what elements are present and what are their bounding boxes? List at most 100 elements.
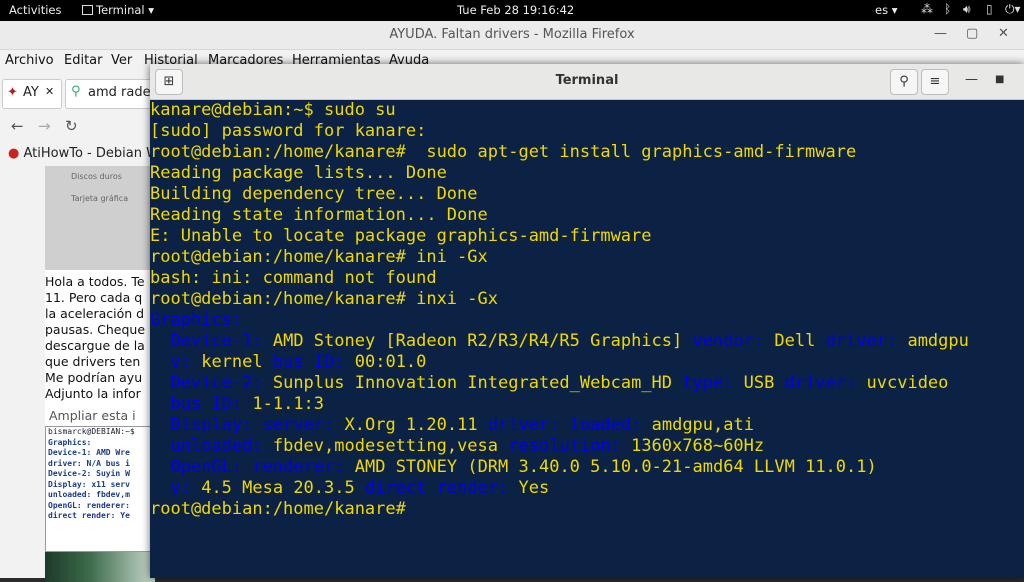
terminal-text: AMD STONEY (DRM 3.40.0 5.10.0-21-amd64 L…: [344, 457, 877, 477]
terminal-headerbar: ⊞ Terminal ⚲ ≡ — ■ ✕: [150, 64, 1024, 100]
thumb-line: Device-1: AMD Wre: [48, 448, 130, 457]
terminal-text: 1-1.1:3: [242, 394, 325, 414]
post-line: la aceleración d: [45, 306, 145, 321]
terminal-line: v: 4.5 Mesa 20.3.5 direct render: Yes: [150, 478, 1024, 499]
post-line: Adjunto la infor: [45, 386, 141, 401]
bookmark-icon: ●: [8, 146, 20, 161]
terminal-text: kernel: [190, 352, 273, 372]
enlarge-image-link[interactable]: Ampliar esta i: [49, 408, 136, 423]
terminal-line: bus ID: 1-1.1:3: [150, 394, 1024, 415]
post-line: pausas. Cheque: [45, 322, 146, 337]
thumb-line: OpenGL: renderer:: [48, 500, 130, 510]
tab-ayuda[interactable]: ✦ AY ✕: [2, 79, 62, 109]
forward-icon[interactable]: →: [38, 117, 51, 135]
post-line: descargue de la: [45, 338, 145, 353]
terminal-text: root@debian:/home/kanare#: [150, 499, 406, 519]
page-content: Discos duros Tarjeta gráfica Hola a todo…: [45, 166, 157, 582]
minimize-icon[interactable]: —: [934, 26, 947, 41]
terminal-text: Building dependency tree... Done: [150, 184, 478, 204]
terminal-output[interactable]: kanare@debian:~$ sudo su [sudo] password …: [150, 100, 1024, 520]
terminal-key: Graphics:: [150, 310, 243, 330]
language-label: es: [875, 3, 889, 17]
terminal-line: E: Unable to locate package graphics-amd…: [150, 226, 1024, 247]
thumb-line: Graphics:: [48, 437, 92, 447]
battery-icon[interactable]: ▯: [986, 2, 993, 16]
terminal-text: E: Unable to locate package graphics-amd…: [150, 226, 652, 246]
clock[interactable]: Tue Feb 28 19:16:42: [457, 3, 574, 17]
terminal-key: resolution:: [508, 436, 621, 456]
app-menu-label: Terminal: [96, 3, 145, 17]
tab-amd-radeon[interactable]: ⚲ amd rade: [65, 79, 156, 109]
terminal-key: loaded:: [569, 415, 642, 435]
terminal-line: Reading state information... Done: [150, 205, 1024, 226]
back-icon[interactable]: ←: [11, 117, 24, 135]
chevron-down-icon: ▾: [891, 3, 898, 17]
hamburger-menu-icon[interactable]: ≡: [921, 69, 949, 95]
network-icon[interactable]: ⁂: [921, 2, 933, 16]
firefox-window-title: AYUDA. Faltan drivers - Mozilla Firefox: [389, 27, 635, 42]
chevron-down-icon: ▾: [148, 3, 155, 17]
site-icon: ✦: [7, 85, 18, 100]
terminal-text: 1360x768~60Hz: [620, 436, 765, 456]
terminal-text: amdgpu,ati: [641, 415, 754, 435]
terminal-line: root@debian:/home/kanare# inxi -Gx: [150, 289, 1024, 310]
post-line: 11. Pero cada q: [45, 290, 143, 305]
activities-button[interactable]: Activities: [9, 3, 61, 17]
thumb-line: driver: N/A bus i: [48, 458, 130, 468]
terminal-line: Building dependency tree... Done: [150, 184, 1024, 205]
terminal-key: vendor:: [692, 331, 765, 351]
minimize-icon[interactable]: —: [965, 72, 978, 87]
bookmark-label: AtiHowTo - Debian W: [23, 146, 159, 161]
terminal-key: Device-2:: [170, 373, 263, 393]
maximize-icon[interactable]: ▢: [966, 26, 978, 41]
volume-icon[interactable]: 🔊︎: [963, 2, 971, 17]
bookmark-atihowto[interactable]: ● AtiHowTo - Debian W: [8, 146, 159, 161]
reload-icon[interactable]: ↻: [65, 117, 78, 135]
post-line: que drivers ten: [45, 354, 141, 369]
terminal-text: root@debian:/home/kanare# inxi -Gx: [150, 289, 498, 309]
post-text: Hola a todos. Te 11. Pero cada q la acel…: [45, 274, 155, 402]
close-icon[interactable]: ✕: [998, 26, 1009, 41]
terminal-key: bus ID:: [272, 352, 345, 372]
terminal-text: root@debian:/home/kanare# sudo apt-get i…: [150, 142, 857, 162]
bluetooth-icon[interactable]: ᛒ: [944, 2, 951, 16]
search-icon[interactable]: ⚲: [890, 69, 918, 95]
close-tab-icon[interactable]: ✕: [45, 85, 54, 98]
terminal-line: kanare@debian:~$ sudo su: [150, 100, 1024, 121]
terminal-key: driver:: [825, 331, 898, 351]
language-indicator[interactable]: es ▾: [875, 3, 898, 17]
terminal-thumbnail-image[interactable]: bismarck@DEBIAN:~$ Graphics: Device-1: A…: [45, 426, 157, 552]
tab-label: amd rade: [88, 85, 151, 100]
power-icon[interactable]: ⏻▾: [1005, 2, 1021, 17]
menu-editar[interactable]: Editar: [64, 53, 103, 68]
terminal-text: Sunplus Innovation Integrated_Webcam_HD: [262, 373, 683, 393]
menu-ver[interactable]: Ver: [111, 53, 132, 68]
terminal-window[interactable]: ⊞ Terminal ⚲ ≡ — ■ ✕ kanare@debian:~$ su…: [150, 64, 1024, 578]
maximize-icon[interactable]: ■: [995, 74, 1004, 85]
terminal-text: [sudo] password for kanare:: [150, 121, 427, 141]
menu-archivo[interactable]: Archivo: [5, 53, 54, 68]
thumb-line: direct render: Ye: [48, 511, 130, 520]
app-menu[interactable]: Terminal ▾: [82, 3, 154, 17]
terminal-key: type:: [682, 373, 734, 393]
terminal-line: root@debian:/home/kanare# sudo apt-get i…: [150, 142, 1024, 163]
terminal-app-icon: [82, 5, 93, 15]
terminal-line: [sudo] password for kanare:: [150, 121, 1024, 142]
terminal-line: OpenGL: renderer: AMD STONEY (DRM 3.40.0…: [150, 457, 1024, 478]
image-label: Tarjeta gráfica: [71, 194, 129, 203]
terminal-text: Reading state information... Done: [150, 205, 488, 225]
terminal-key: direct render:: [364, 478, 509, 498]
terminal-text: root@debian:/home/kanare# ini -Gx: [150, 247, 488, 267]
terminal-line: Graphics:: [150, 310, 1024, 331]
terminal-line: unloaded: fbdev,modesetting,vesa resolut…: [150, 436, 1024, 457]
terminal-line: v: kernel bus ID: 00:01.0: [150, 352, 1024, 373]
